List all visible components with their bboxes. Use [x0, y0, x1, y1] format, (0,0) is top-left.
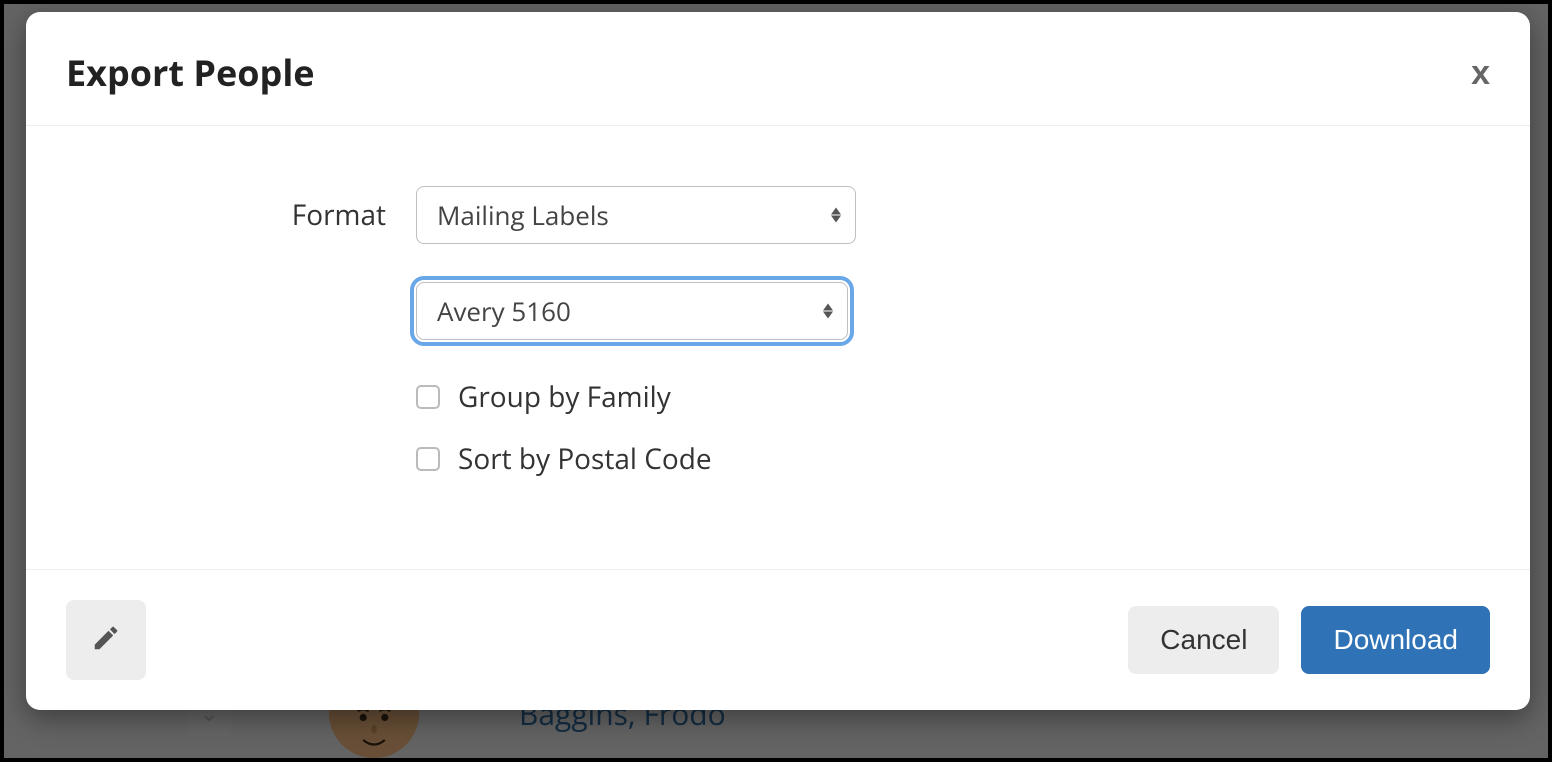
sort-by-postal-checkbox[interactable]: [416, 447, 440, 471]
options-control: Group by Family Sort by Postal Code: [416, 378, 712, 502]
pencil-icon: [91, 623, 121, 658]
modal-footer: Cancel Download: [26, 569, 1530, 710]
template-row: Avery 5160: [86, 282, 1470, 340]
close-button[interactable]: x: [1471, 56, 1490, 90]
select-arrows-icon: [831, 208, 841, 223]
group-by-family-label: Group by Family: [458, 378, 671, 416]
group-by-family-row: Group by Family: [416, 378, 712, 416]
modal-header: Export People x: [26, 12, 1530, 126]
format-select[interactable]: Mailing Labels: [416, 186, 856, 244]
cancel-button[interactable]: Cancel: [1128, 606, 1279, 674]
download-button[interactable]: Download: [1301, 606, 1490, 674]
viewport: ⌄ Baggins, Frodo: [0, 0, 1552, 762]
sort-by-postal-label: Sort by Postal Code: [458, 440, 712, 478]
options-row: Group by Family Sort by Postal Code: [86, 378, 1470, 502]
label-template-select-value: Avery 5160: [437, 293, 571, 329]
edit-button[interactable]: [66, 600, 146, 680]
format-row: Format Mailing Labels: [86, 186, 1470, 244]
select-arrows-icon: [823, 304, 833, 319]
modal-title: Export People: [66, 48, 315, 97]
format-select-value: Mailing Labels: [437, 197, 609, 233]
format-control: Mailing Labels: [416, 186, 856, 244]
format-label: Format: [86, 196, 416, 234]
group-by-family-checkbox[interactable]: [416, 385, 440, 409]
label-template-select[interactable]: Avery 5160: [416, 282, 848, 340]
sort-by-postal-row: Sort by Postal Code: [416, 440, 712, 478]
export-people-modal: Export People x Format Mailing Labels: [26, 12, 1530, 710]
modal-body: Format Mailing Labels Avery 5160: [26, 126, 1530, 569]
footer-actions: Cancel Download: [1128, 606, 1490, 674]
template-control: Avery 5160: [416, 282, 848, 340]
